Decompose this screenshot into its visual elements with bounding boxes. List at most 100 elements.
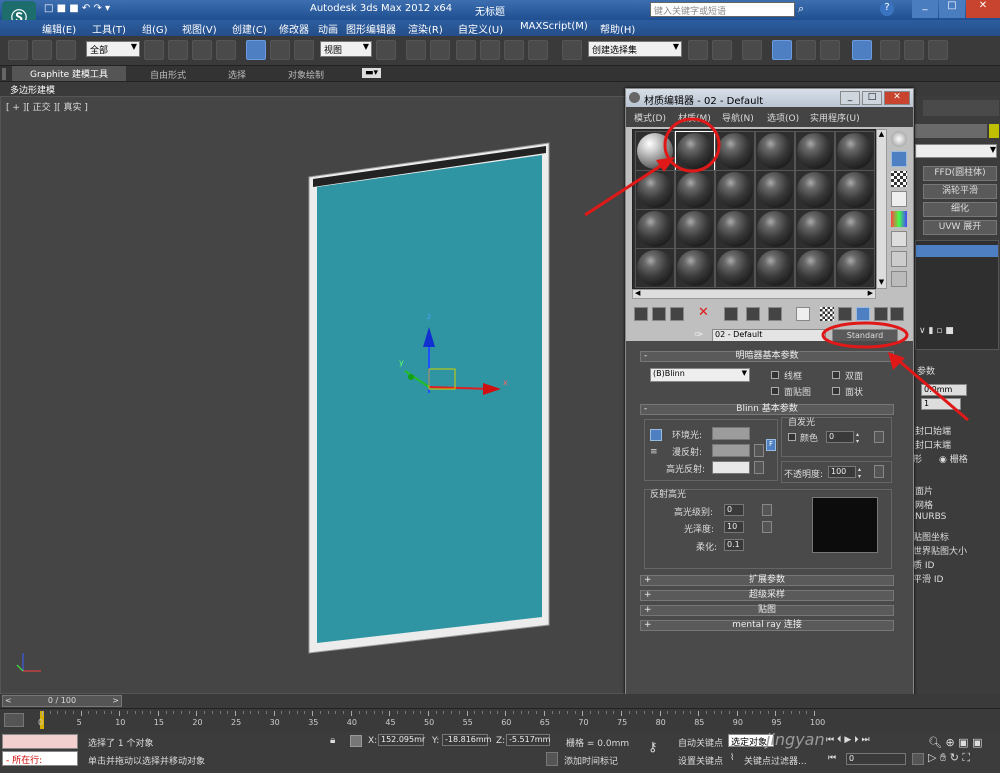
select-by-name-icon[interactable] [168, 40, 188, 60]
pick-from-object-icon[interactable]: ✑ [694, 328, 708, 342]
playback-controls[interactable]: ⏮ ⏴ ▶ ⏵ ⏭ [826, 735, 908, 747]
menu-rendering[interactable]: 渲染(R) [408, 21, 443, 36]
menu-tools[interactable]: 工具(T) [92, 21, 126, 36]
glossiness-map-button[interactable] [762, 521, 772, 533]
go-forward-sibling-icon[interactable] [874, 307, 888, 321]
angle-snap-icon[interactable] [480, 40, 500, 60]
timeline-ruler[interactable]: 0 5 10 15 20 25 30 35 40 45 50 55 60 65 70 75 80 85 90 95 10… [0, 708, 1000, 732]
material-sample-slot[interactable] [795, 248, 835, 288]
grid-option-label[interactable]: ◉ 栅格 [939, 452, 968, 465]
self-illum-map-button[interactable] [874, 431, 884, 443]
show-end-result-icon[interactable] [838, 307, 852, 321]
set-key-button[interactable]: 设置关键点 [678, 754, 723, 767]
link-icon[interactable] [8, 40, 28, 60]
align-icon[interactable] [712, 40, 732, 60]
scroll-right-icon[interactable]: ▶ [868, 289, 873, 297]
rect-selection-icon[interactable] [192, 40, 212, 60]
shader-dropdown[interactable]: (B)Blinn ▼ [650, 368, 750, 382]
rendered-frame-icon[interactable] [904, 40, 924, 60]
diffuse-map-button[interactable] [754, 444, 764, 457]
selection-filter-dropdown[interactable]: 全部 ▼ [86, 41, 140, 57]
select-manipulate-icon[interactable] [406, 40, 426, 60]
material-sample-slot[interactable] [755, 170, 795, 210]
material-sample-slot[interactable] [755, 248, 795, 288]
mat-menu-options[interactable]: 选项(O) [767, 111, 799, 124]
reference-coord-dropdown[interactable]: 视图 ▼ [320, 41, 372, 57]
snap-toggle-icon[interactable] [456, 40, 476, 60]
material-editor-icon[interactable] [852, 40, 872, 60]
get-material-icon[interactable] [634, 307, 648, 321]
mat-minimize-button[interactable]: _ [840, 91, 860, 105]
material-sample-slot[interactable] [675, 248, 715, 288]
search-input[interactable]: 键入关键字或短语 [650, 2, 795, 17]
key-filters-button[interactable]: 关键点过滤器... [744, 754, 807, 767]
layer-manager-icon[interactable] [742, 40, 762, 60]
set-key-icon[interactable]: ⚷ [648, 740, 670, 755]
active-line-label[interactable]: - 所在行: [2, 751, 78, 766]
tab-polygon-modeling[interactable]: 多边形建模 [10, 83, 55, 96]
scroll-down-icon[interactable]: ▼ [877, 278, 886, 288]
current-frame-field[interactable]: 0 [846, 753, 906, 765]
backlight-icon[interactable] [891, 151, 907, 167]
spec-level-map-button[interactable] [762, 504, 772, 516]
time-slider[interactable]: <0 / 100 > [2, 695, 122, 707]
material-sample-slot[interactable] [835, 131, 875, 171]
assign-to-selection-icon[interactable] [670, 307, 684, 321]
stack-tool-icons[interactable]: ∨ ▮ ▫ ■ [919, 326, 999, 338]
material-map-navigator-icon[interactable] [890, 307, 904, 321]
go-to-parent-icon[interactable] [856, 307, 870, 321]
material-sample-slot[interactable] [635, 248, 675, 288]
tab-freeform[interactable]: 自由形式 [150, 68, 186, 81]
ffd-cylinder-button[interactable]: FFD(圆柱体) [923, 166, 997, 181]
object-color-swatch[interactable] [989, 124, 999, 138]
add-time-tag-icon[interactable] [546, 752, 558, 766]
window-crossing-icon[interactable] [216, 40, 236, 60]
add-time-tag-label[interactable]: 添加时间标记 [564, 754, 618, 767]
menu-animation[interactable]: 动画 [318, 21, 338, 36]
material-sample-slot[interactable] [635, 131, 675, 171]
select-move-icon[interactable] [246, 40, 266, 60]
menu-create[interactable]: 创建(C) [232, 21, 267, 36]
menu-modifiers[interactable]: 修改器 [279, 21, 309, 36]
diffuse-color-swatch[interactable] [712, 444, 750, 457]
bind-space-warp-icon[interactable] [56, 40, 76, 60]
make-preview-icon[interactable] [891, 231, 907, 247]
specular-map-button[interactable] [754, 461, 764, 474]
stack-selected-item[interactable] [916, 245, 998, 257]
material-sample-slot[interactable] [635, 170, 675, 210]
spinner-snap-icon[interactable] [528, 40, 548, 60]
spec-level-value[interactable]: 0 [724, 504, 744, 516]
tessellate-button[interactable]: 细化 [923, 202, 997, 217]
lock-diffuse-specular-icon[interactable]: ≡ [650, 447, 662, 459]
supersampling-rollout[interactable]: + 超级采样 [640, 590, 894, 601]
absolute-mode-icon[interactable] [350, 735, 362, 747]
blinn-basic-rollout-header[interactable]: - Blinn 基本参数 [640, 404, 894, 415]
unlink-icon[interactable] [32, 40, 52, 60]
material-sample-slot[interactable] [675, 170, 715, 210]
material-sample-slot[interactable] [715, 170, 755, 210]
material-sample-slot[interactable] [795, 170, 835, 210]
turbosmooth-button[interactable]: 涡轮平滑 [923, 184, 997, 199]
slots-hscroll[interactable]: ◀ ▶ [632, 289, 876, 299]
maxscript-listener[interactable] [2, 734, 78, 749]
material-sample-slot[interactable] [635, 209, 675, 249]
graphite-toggle-icon[interactable] [772, 40, 792, 60]
wire-checkbox[interactable] [771, 371, 779, 379]
gen-mapping-label[interactable]: 贴图坐标 [913, 530, 949, 543]
uvw-unwrap-button[interactable]: UVW 展开 [923, 220, 997, 235]
auto-key-button[interactable]: 自动关键点 [678, 736, 723, 749]
mat-menu-mode[interactable]: 模式(D) [634, 111, 666, 124]
face-map-checkbox[interactable] [771, 387, 779, 395]
select-object-icon[interactable] [144, 40, 164, 60]
output-mesh[interactable]: 网格 [915, 498, 933, 511]
sample-type-icon[interactable] [891, 131, 907, 147]
object-name-field[interactable] [915, 124, 987, 138]
named-selection-dropdown[interactable]: 创建选择集 ▼ [588, 41, 682, 57]
real-world-label[interactable]: 世界贴图大小 [913, 544, 967, 557]
search-icon[interactable]: ⌕ [798, 2, 812, 16]
material-sample-slot[interactable] [795, 209, 835, 249]
timeline-config-icon[interactable] [4, 713, 24, 727]
two-sided-checkbox[interactable] [832, 371, 840, 379]
glossiness-value[interactable]: 10 [724, 521, 744, 533]
opacity-value[interactable]: 100 [828, 466, 856, 478]
